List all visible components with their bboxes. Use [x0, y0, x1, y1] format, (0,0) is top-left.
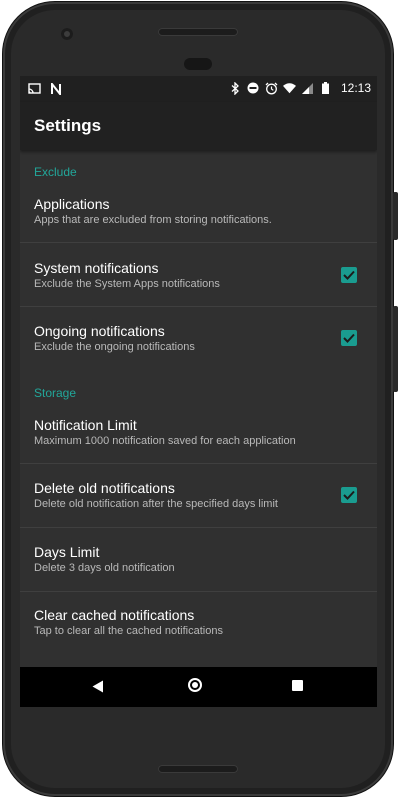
n-icon: [49, 82, 62, 95]
app-bar: Settings: [20, 102, 377, 150]
bluetooth-icon: [229, 81, 242, 95]
do-not-disturb-icon: [247, 82, 260, 95]
category-storage: Storage: [34, 386, 77, 400]
pref-title: Notification Limit: [34, 417, 137, 433]
pref-title: Applications: [34, 196, 110, 212]
pref-applications[interactable]: Applications Apps that are excluded from…: [20, 190, 377, 242]
category-exclude: Exclude: [34, 165, 77, 179]
pref-title: Delete old notifications: [34, 480, 175, 496]
page-title: Settings: [34, 116, 102, 135]
pref-summary: Delete 3 days old notification: [34, 562, 175, 574]
back-icon[interactable]: [92, 680, 104, 698]
pref-summary: Delete old notification after the specif…: [34, 498, 278, 510]
pref-title: Ongoing notifications: [34, 323, 165, 339]
home-icon[interactable]: [188, 678, 202, 692]
pref-delete-old-notifications[interactable]: Delete old notifications Delete old noti…: [20, 464, 377, 527]
screen: 12:13 Settings Exclude Applications Apps…: [20, 76, 377, 707]
pref-summary: Maximum 1000 notification saved for each…: [34, 435, 296, 447]
battery-icon: [319, 82, 332, 95]
bottom-speaker: [158, 765, 238, 773]
volume-button: [393, 306, 398, 392]
ongoing-notifications-checkbox[interactable]: [341, 330, 357, 346]
delete-old-notifications-checkbox[interactable]: [341, 487, 357, 503]
recents-icon[interactable]: [292, 680, 303, 691]
pref-summary: Exclude the ongoing notifications: [34, 341, 195, 353]
pref-ongoing-notifications[interactable]: Ongoing notifications Exclude the ongoin…: [20, 307, 377, 370]
pref-summary: Tap to clear all the cached notification…: [34, 625, 223, 637]
pref-title: Days Limit: [34, 544, 100, 560]
pref-title: Clear cached notifications: [34, 607, 195, 623]
navigation-bar: [20, 667, 377, 707]
front-camera: [61, 28, 73, 40]
power-button: [393, 192, 398, 240]
wifi-icon: [282, 82, 296, 95]
pref-title: System notifications: [34, 260, 159, 276]
pref-clear-cached-notifications[interactable]: Clear cached notifications Tap to clear …: [20, 592, 377, 655]
pref-notification-limit[interactable]: Notification Limit Maximum 1000 notifica…: [20, 411, 377, 463]
status-bar: 12:13: [20, 76, 377, 102]
system-notifications-checkbox[interactable]: [341, 267, 357, 283]
pref-system-notifications[interactable]: System notifications Exclude the System …: [20, 243, 377, 306]
pref-days-limit[interactable]: Days Limit Delete 3 days old notificatio…: [20, 528, 377, 591]
signal-icon: [301, 82, 314, 95]
proximity-sensor: [184, 58, 212, 70]
alarm-icon: [265, 82, 278, 95]
settings-list: Exclude Applications Apps that are exclu…: [20, 150, 377, 667]
cast-icon: [28, 82, 41, 95]
status-clock: 12:13: [340, 81, 371, 95]
pref-summary: Apps that are excluded from storing noti…: [34, 214, 272, 226]
pref-summary: Exclude the System Apps notifications: [34, 278, 220, 290]
earpiece-speaker: [158, 28, 238, 36]
